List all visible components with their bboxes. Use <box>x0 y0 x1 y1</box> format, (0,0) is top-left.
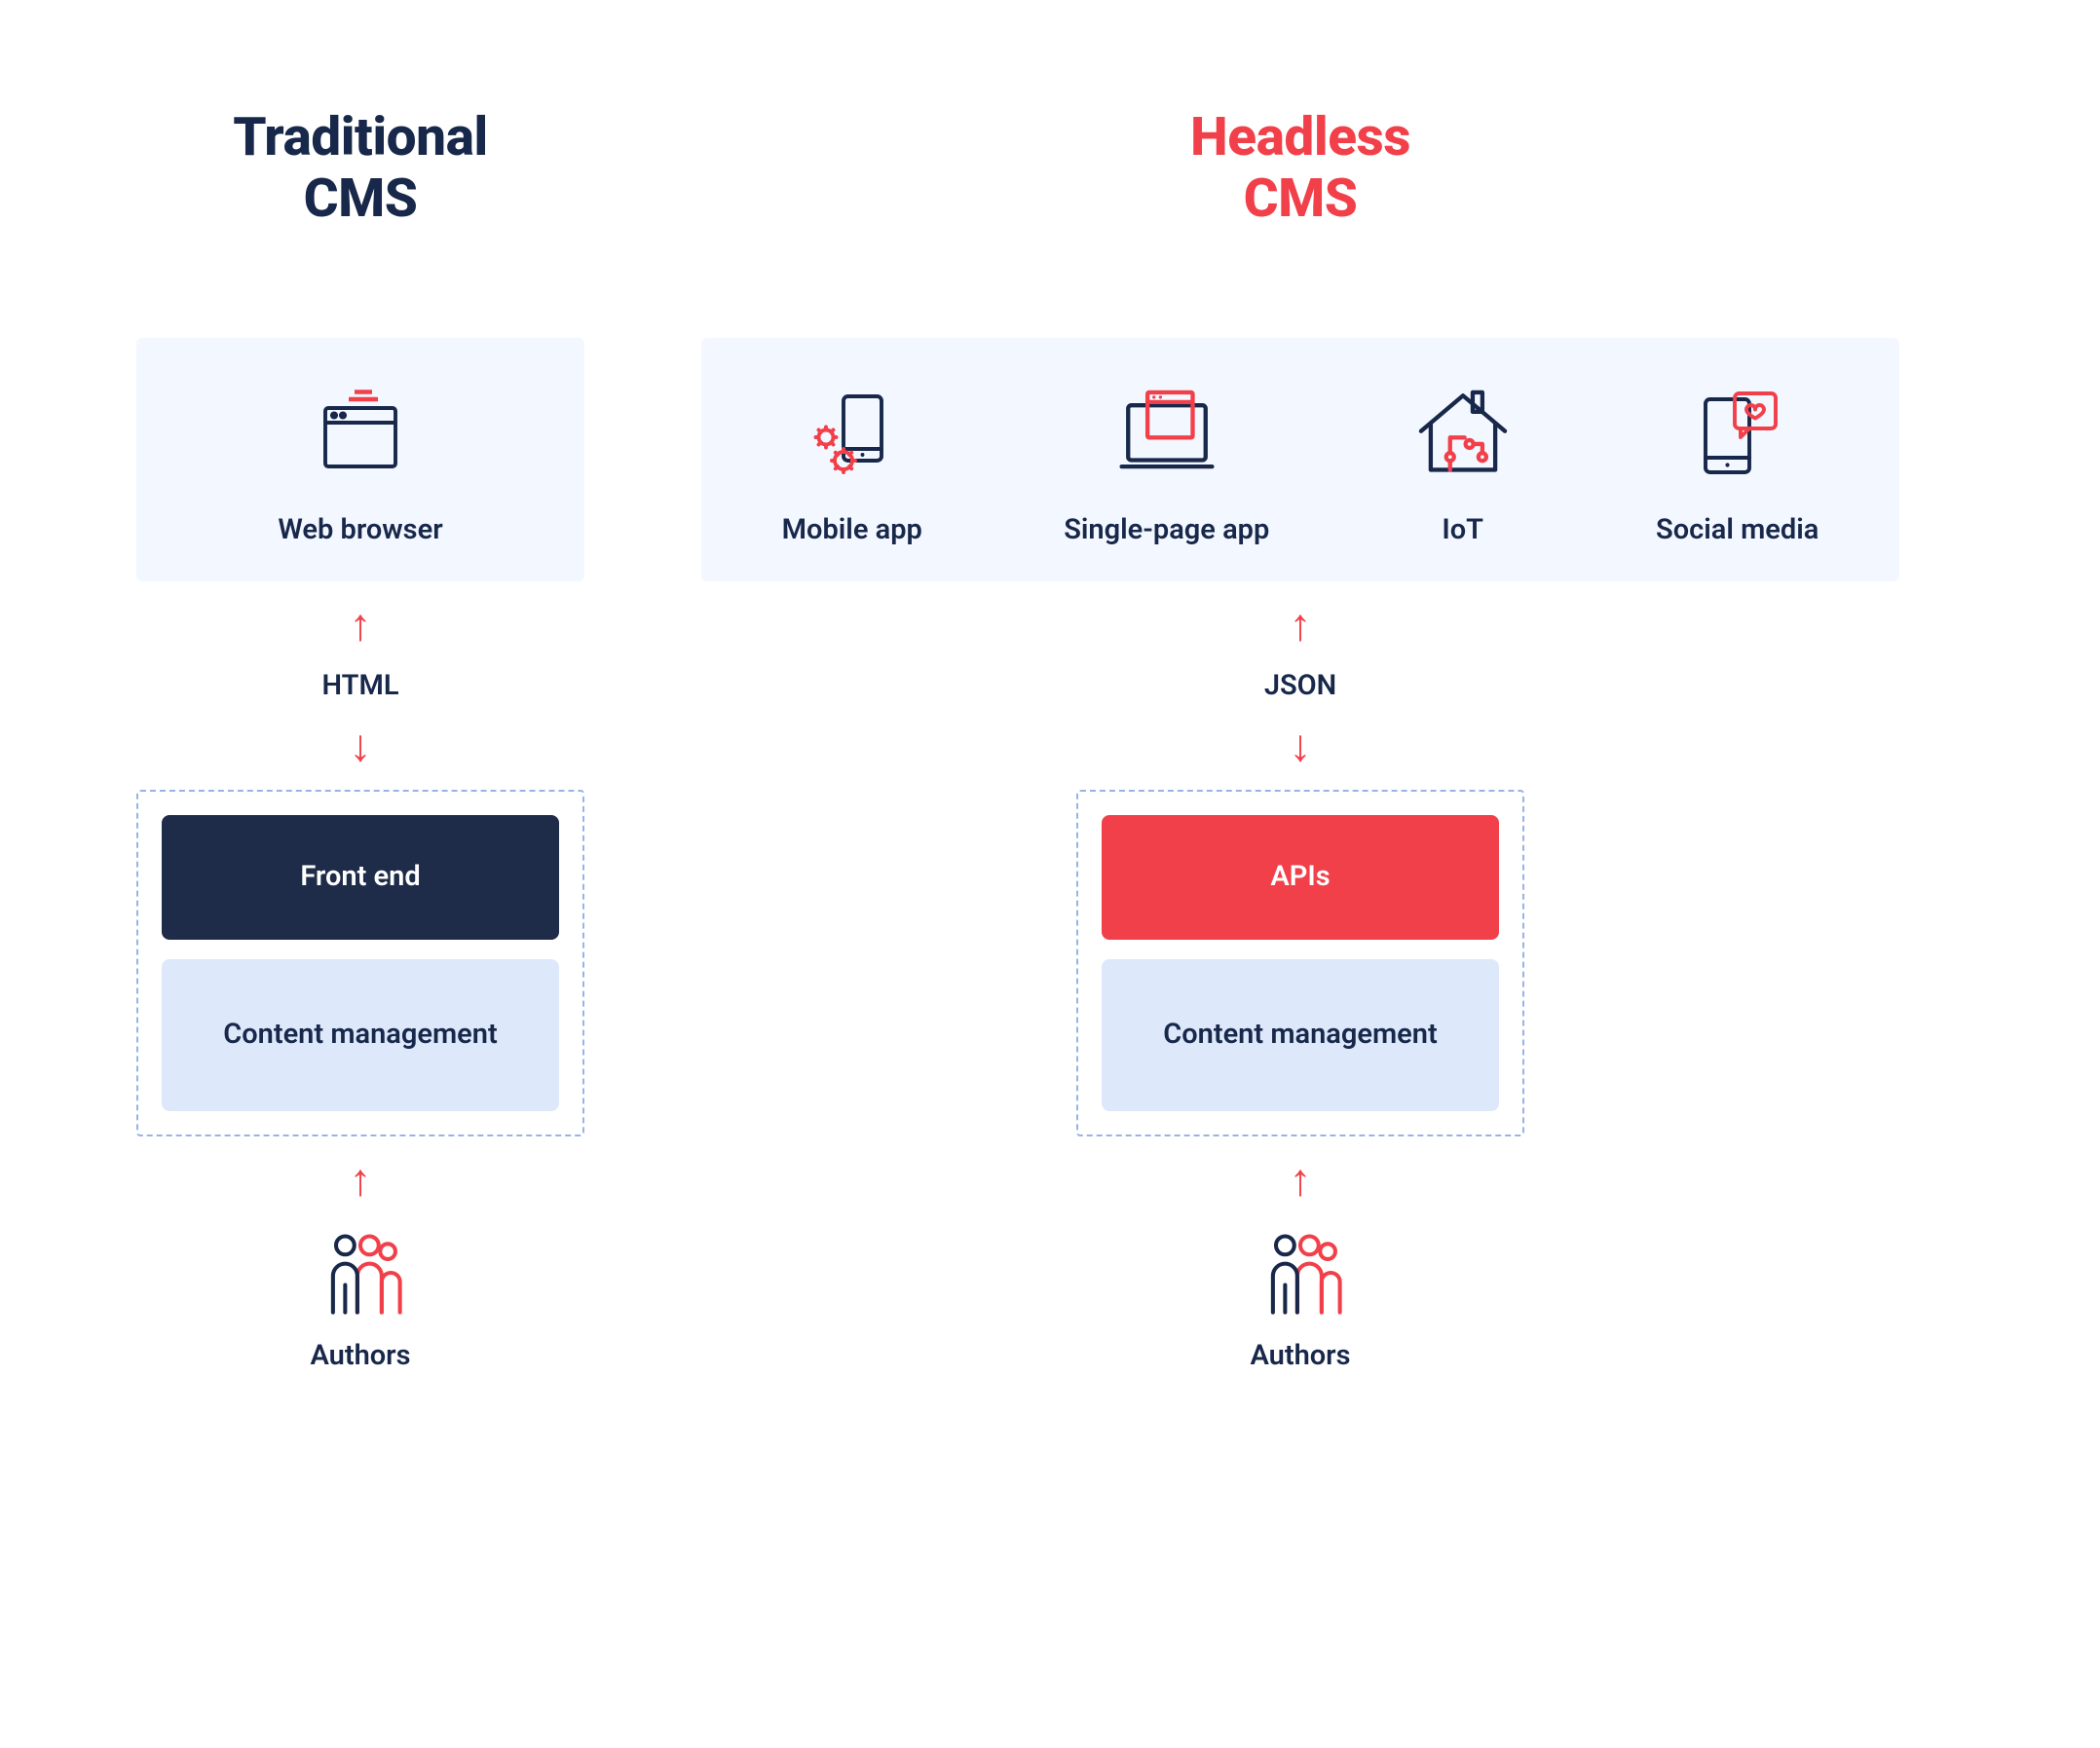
title-line-1: Headless <box>1190 106 1410 168</box>
arrow-up-icon: ↑ <box>1290 603 1312 648</box>
arrow-up-icon: ↑ <box>350 1158 372 1203</box>
layer-content-management: Content management <box>1102 959 1499 1111</box>
authors-block: Authors <box>1250 1224 1350 1372</box>
social-media-icon <box>1686 383 1789 486</box>
iot-icon <box>1411 383 1515 486</box>
traditional-column: Traditional CMS Web browser ↑ <box>136 107 584 1372</box>
title-line-2: CMS <box>304 167 418 230</box>
consumer-mobile-app: Mobile app <box>782 383 922 546</box>
arrow-up-icon: ↑ <box>1290 1158 1312 1203</box>
spa-icon <box>1115 383 1219 486</box>
traditional-core: Front end Content management <box>136 790 584 1136</box>
consumer-label: Single-page app <box>1064 513 1269 546</box>
consumer-label: Mobile app <box>782 513 922 546</box>
format-label: JSON <box>1264 669 1336 702</box>
authors-label: Authors <box>1250 1339 1350 1372</box>
consumer-iot: IoT <box>1411 383 1515 546</box>
consumer-label: Web browser <box>278 513 442 546</box>
browser-icon <box>309 383 412 486</box>
headless-column: Headless CMS <box>701 107 1899 1372</box>
authors-icon <box>312 1224 409 1321</box>
consumer-social-media: Social media <box>1656 383 1819 546</box>
layer-front-end: Front end <box>162 815 559 940</box>
headless-core: APIs Content management <box>1076 790 1524 1136</box>
cms-comparison-diagram: Traditional CMS Web browser ↑ <box>136 107 1964 1372</box>
consumer-web-browser: Web browser <box>278 383 442 546</box>
authors-label: Authors <box>310 1339 410 1372</box>
traditional-consumer-panel: Web browser <box>136 338 584 581</box>
mobile-app-icon <box>801 383 904 486</box>
title-line-2: CMS <box>1244 167 1358 230</box>
consumer-spa: Single-page app <box>1064 383 1269 546</box>
authors-icon <box>1252 1224 1349 1321</box>
title-line-1: Traditional <box>233 106 488 168</box>
arrow-down-icon: ↓ <box>1290 724 1312 768</box>
headless-title: Headless CMS <box>1190 107 1410 231</box>
layer-apis: APIs <box>1102 815 1499 940</box>
headless-consumer-panel: Mobile app Single-page app <box>701 338 1899 581</box>
layer-content-management: Content management <box>162 959 559 1111</box>
format-label: HTML <box>322 669 399 702</box>
authors-block: Authors <box>310 1224 410 1372</box>
traditional-title: Traditional CMS <box>233 107 488 231</box>
consumer-label: Social media <box>1656 513 1819 546</box>
arrow-down-icon: ↓ <box>350 724 372 768</box>
consumer-label: IoT <box>1442 513 1483 546</box>
arrow-up-icon: ↑ <box>350 603 372 648</box>
